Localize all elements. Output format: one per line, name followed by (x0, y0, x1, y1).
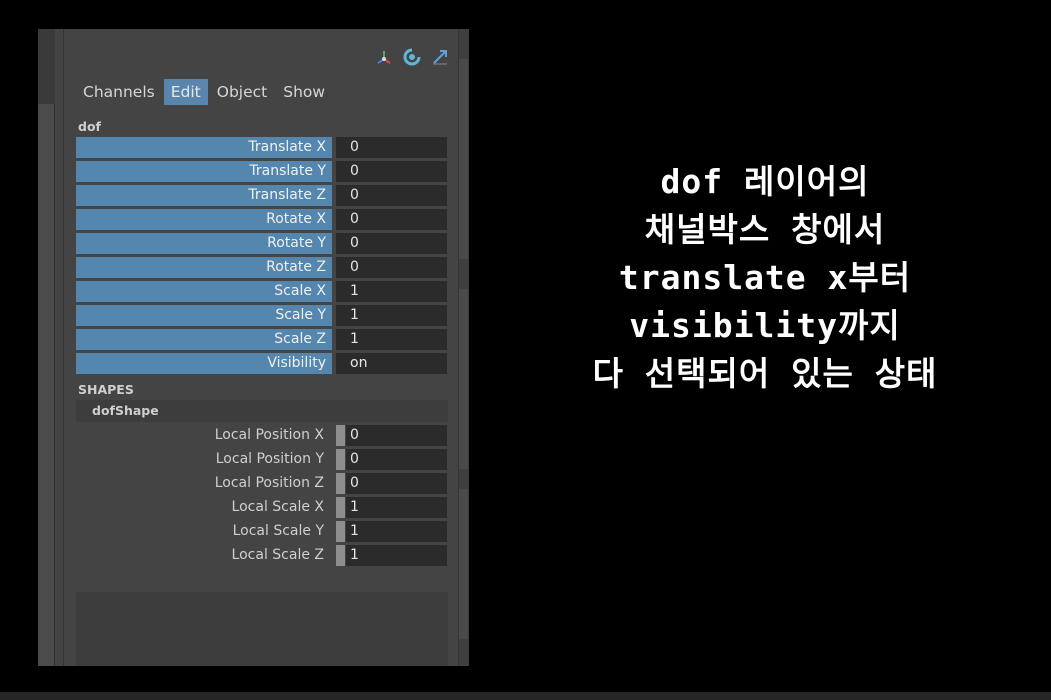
panel-divider[interactable] (55, 29, 64, 666)
attribute-value-field[interactable]: 1 (336, 281, 447, 302)
menu-object[interactable]: Object (210, 79, 274, 105)
maya-channel-box-panel: Channels Edit Object Show dof Translate … (38, 29, 469, 666)
side-tab[interactable] (459, 289, 468, 469)
side-tab[interactable] (459, 59, 468, 259)
attribute-row[interactable]: Translate Z0 (76, 184, 448, 208)
shape-attribute-row[interactable]: Local Scale Z 1 (76, 544, 448, 568)
channel-box: Channels Edit Object Show dof Translate … (64, 29, 458, 666)
attribute-state-swatch (336, 425, 345, 446)
shape-attribute-name[interactable]: Local Position Y (76, 449, 330, 470)
layer-editor-area[interactable] (76, 592, 448, 666)
attribute-value-field[interactable]: on (336, 353, 447, 374)
shape-attribute-row[interactable]: Local Position Z 0 (76, 472, 448, 496)
caption-line: visibility까지 (629, 306, 901, 345)
attribute-row[interactable]: Rotate Y0 (76, 232, 448, 256)
toolbar-icons (374, 47, 450, 67)
shape-attribute-row[interactable]: Local Position X 0 (76, 424, 448, 448)
shapes-label: SHAPES (78, 382, 134, 397)
viewport-edge-inner (38, 104, 55, 666)
shape-attribute-row[interactable]: Local Scale X 1 (76, 496, 448, 520)
bottom-strip (0, 692, 1051, 700)
attribute-state-swatch (336, 545, 345, 566)
shape-attribute-name[interactable]: Local Position Z (76, 473, 330, 494)
attribute-name[interactable]: Scale Y (76, 305, 332, 326)
shape-attribute-value-field[interactable]: 0 (346, 449, 447, 470)
attribute-value-field[interactable]: 0 (336, 257, 447, 278)
attribute-state-swatch (336, 473, 345, 494)
attribute-row[interactable]: Visibility on (76, 352, 448, 376)
shape-attribute-value-field[interactable]: 0 (346, 425, 447, 446)
attribute-row[interactable]: Translate Y0 (76, 160, 448, 184)
shape-attribute-value-field[interactable]: 1 (346, 497, 447, 518)
viewport-edge (38, 29, 55, 666)
shape-node-name[interactable]: dofShape (76, 400, 448, 422)
attribute-row[interactable]: Rotate Z0 (76, 256, 448, 280)
attribute-name[interactable]: Translate X (76, 137, 332, 158)
menu-channels[interactable]: Channels (76, 79, 162, 105)
attribute-value-field[interactable]: 1 (336, 329, 447, 350)
transform-axes-icon[interactable] (374, 47, 394, 67)
attribute-name[interactable]: Rotate Y (76, 233, 332, 254)
caption-line: translate x부터 (618, 258, 912, 297)
attribute-name[interactable]: Rotate Z (76, 257, 332, 278)
menu-edit[interactable]: Edit (163, 79, 208, 105)
node-name[interactable]: dof (78, 119, 101, 134)
attribute-list: Translate X0 Translate Y0 Translate Z0 R… (76, 136, 448, 376)
attribute-name[interactable]: Visibility (76, 353, 332, 374)
shape-attribute-name[interactable]: Local Scale X (76, 497, 330, 518)
menu-show[interactable]: Show (276, 79, 332, 105)
attribute-row[interactable]: Scale Z1 (76, 328, 448, 352)
side-tab[interactable] (459, 489, 468, 639)
refresh-icon[interactable] (402, 47, 422, 67)
caption-line: 다 선택되어 있는 상태 (592, 354, 938, 393)
shape-attribute-value-field[interactable]: 1 (346, 521, 447, 542)
attribute-row[interactable]: Scale X1 (76, 280, 448, 304)
attribute-row[interactable]: Translate X0 (76, 136, 448, 160)
attribute-value-field[interactable]: 0 (336, 209, 447, 230)
shape-attribute-value-field[interactable]: 1 (346, 545, 447, 566)
attribute-state-swatch (336, 497, 345, 518)
attribute-value-field[interactable]: 0 (336, 137, 447, 158)
shape-attribute-row[interactable]: Local Position Y 0 (76, 448, 448, 472)
attribute-name[interactable]: Scale Z (76, 329, 332, 350)
shape-attribute-name[interactable]: Local Scale Y (76, 521, 330, 542)
shape-attribute-row[interactable]: Local Scale Y 1 (76, 520, 448, 544)
attribute-name[interactable]: Scale X (76, 281, 332, 302)
caption-text: dof 레이어의 채널박스 창에서 translate x부터 visibili… (500, 158, 1030, 398)
caption-line: dof 레이어의 (660, 162, 870, 201)
attribute-value-field[interactable]: 1 (336, 305, 447, 326)
shape-attribute-name[interactable]: Local Position X (76, 425, 330, 446)
attribute-value-field[interactable]: 0 (336, 161, 447, 182)
scale-arrow-icon[interactable] (430, 47, 450, 67)
shape-attribute-list: Local Position X 0 Local Position Y 0 Loca… (76, 424, 448, 568)
attribute-name[interactable]: Translate Z (76, 185, 332, 206)
side-tab-rail (458, 29, 469, 666)
shape-attribute-value-field[interactable]: 0 (346, 473, 447, 494)
attribute-row[interactable]: Scale Y1 (76, 304, 448, 328)
shape-attribute-name[interactable]: Local Scale Z (76, 545, 330, 566)
caption-line: 채널박스 창에서 (644, 210, 886, 249)
attribute-state-swatch (336, 521, 345, 542)
attribute-value-field[interactable]: 0 (336, 185, 447, 206)
attribute-row[interactable]: Rotate X0 (76, 208, 448, 232)
attribute-state-swatch (336, 449, 345, 470)
attribute-value-field[interactable]: 0 (336, 233, 447, 254)
channel-box-menubar: Channels Edit Object Show (76, 79, 334, 105)
attribute-name[interactable]: Translate Y (76, 161, 332, 182)
attribute-name[interactable]: Rotate X (76, 209, 332, 230)
